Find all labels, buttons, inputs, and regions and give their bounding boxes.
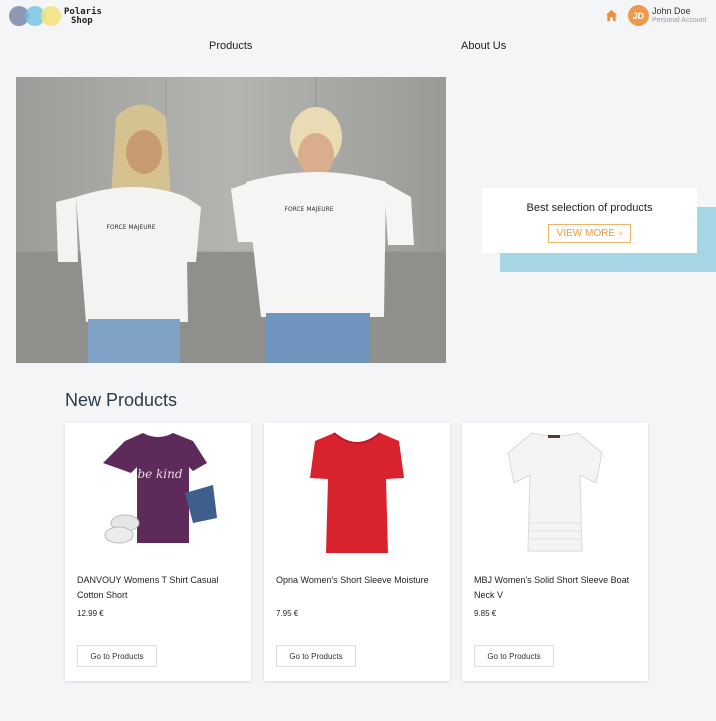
shop-logo[interactable]: Polaris Shop bbox=[9, 6, 109, 26]
logo-text-line2: Shop bbox=[71, 16, 93, 26]
hero-image: FORCE MAJEURE FORCE MAJEURE bbox=[16, 77, 446, 363]
product-image: be kind bbox=[103, 433, 217, 544]
product-price: 9.85 € bbox=[474, 609, 497, 618]
avatar[interactable]: JD bbox=[628, 5, 649, 26]
view-more-label: VIEW MORE bbox=[556, 228, 615, 239]
product-image bbox=[310, 432, 404, 553]
product-name[interactable]: MBJ Women's Solid Short Sleeve Boat Neck… bbox=[474, 573, 639, 603]
product-image bbox=[507, 432, 603, 552]
go-to-products-button[interactable]: Go to Products bbox=[77, 645, 157, 667]
logo-circle-3 bbox=[41, 6, 61, 26]
promo-text: Best selection of products bbox=[526, 202, 653, 214]
product-name[interactable]: DANVOUY Womens T Shirt Casual Cotton Sho… bbox=[77, 573, 242, 603]
chevron-right-icon: › bbox=[619, 228, 623, 239]
product-card: MBJ Women's Solid Short Sleeve Boat Neck… bbox=[462, 423, 648, 681]
shirt-print-text: be kind bbox=[137, 467, 182, 481]
svg-text:FORCE MAJEURE: FORCE MAJEURE bbox=[284, 206, 333, 213]
svg-text:FORCE MAJEURE: FORCE MAJEURE bbox=[106, 224, 155, 231]
product-card: Opna Women's Short Sleeve Moisture 7.95 … bbox=[264, 423, 450, 681]
view-more-button[interactable]: VIEW MORE › bbox=[548, 224, 631, 243]
nav-about-us[interactable]: About Us bbox=[461, 40, 506, 52]
go-to-products-button[interactable]: Go to Products bbox=[474, 645, 554, 667]
product-price: 7.95 € bbox=[276, 609, 299, 618]
go-to-products-button[interactable]: Go to Products bbox=[276, 645, 356, 667]
user-name[interactable]: John Doe bbox=[652, 6, 691, 16]
home-icon[interactable] bbox=[605, 9, 618, 22]
section-title: New Products bbox=[65, 390, 178, 410]
user-subtitle: Personal Account bbox=[652, 17, 707, 24]
nav-products[interactable]: Products bbox=[209, 40, 252, 52]
product-name[interactable]: Opna Women's Short Sleeve Moisture bbox=[276, 573, 441, 588]
promo-box: Best selection of products VIEW MORE › bbox=[482, 188, 697, 253]
product-price: 12.99 € bbox=[77, 609, 104, 618]
product-card: be kind DANVOUY Womens T Shirt Casual Co… bbox=[65, 423, 251, 681]
